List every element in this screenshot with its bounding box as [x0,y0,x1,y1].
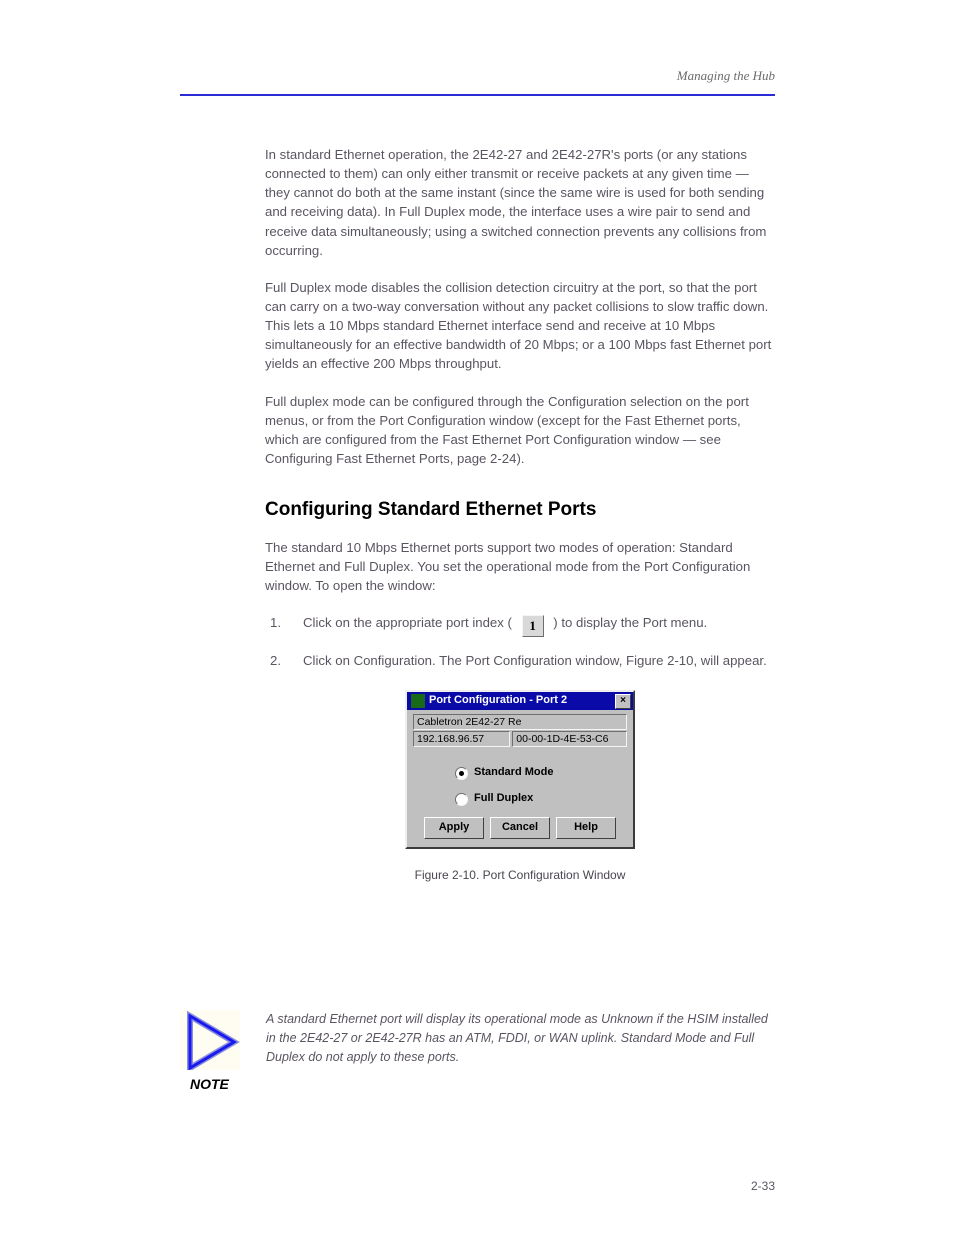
dialog-buttons: Apply Cancel Help [413,817,627,839]
note-triangle-icon [180,1010,240,1070]
radio-label: Full Duplex [474,791,533,807]
paragraph: Full Duplex mode disables the collision … [265,278,775,374]
header-rule [180,94,775,96]
note-icon-block: NOTE [180,1010,240,1094]
note-text: A standard Ethernet port will display it… [266,1010,775,1066]
radio-icon [455,767,468,780]
step-number: 1. [265,613,281,637]
figure-caption: Figure 2-10. Port Configuration Window [265,867,775,884]
step-text-a: Click on the appropriate port index ( [303,615,512,630]
step-text-b: ) to display the Port menu. [553,615,707,630]
step-text: Click on the appropriate port index ( 1 … [303,613,775,637]
paragraph: In standard Ethernet operation, the 2E42… [265,145,775,260]
port-index-icon: 1 [522,615,544,637]
dialog-titlebar[interactable]: Port Configuration - Port 2 × [407,692,633,710]
paragraph: The standard 10 Mbps Ethernet ports supp… [265,538,775,595]
dialog-title: Port Configuration - Port 2 [429,693,615,709]
step-number: 2. [265,651,281,670]
section-heading: Configuring Standard Ethernet Ports [265,496,775,524]
running-head: Managing the Hub [677,68,775,84]
cancel-button[interactable]: Cancel [490,817,550,839]
apply-button[interactable]: Apply [424,817,484,839]
radio-full-duplex[interactable]: Full Duplex [455,791,627,807]
page: Managing the Hub In standard Ethernet op… [0,0,954,1235]
mac-field: 00-00-1D-4E-53-C6 [512,731,627,747]
dialog-body: Cabletron 2E42-27 Re 192.168.96.57 00-00… [407,710,633,847]
step-2: 2. Click on Configuration. The Port Conf… [265,651,775,670]
step-text: Click on Configuration. The Port Configu… [303,651,775,670]
mode-radio-group: Standard Mode Full Duplex [455,765,627,807]
radio-standard[interactable]: Standard Mode [455,765,627,781]
app-icon [411,694,425,708]
ip-field: 192.168.96.57 [413,731,510,747]
help-button[interactable]: Help [556,817,616,839]
device-name-field: Cabletron 2E42-27 Re [413,714,627,730]
port-config-dialog: Port Configuration - Port 2 × Cabletron … [405,690,635,849]
note-label: NOTE [190,1076,240,1092]
radio-icon [455,793,468,806]
figure: Port Configuration - Port 2 × Cabletron … [265,690,775,849]
step-1: 1. Click on the appropriate port index (… [265,613,775,637]
note: NOTE A standard Ethernet port will displ… [180,1010,775,1094]
page-number: 2-33 [751,1179,775,1193]
close-icon[interactable]: × [615,694,631,709]
radio-label: Standard Mode [474,765,553,781]
body-column: In standard Ethernet operation, the 2E42… [265,145,775,910]
paragraph: Full duplex mode can be configured throu… [265,392,775,469]
